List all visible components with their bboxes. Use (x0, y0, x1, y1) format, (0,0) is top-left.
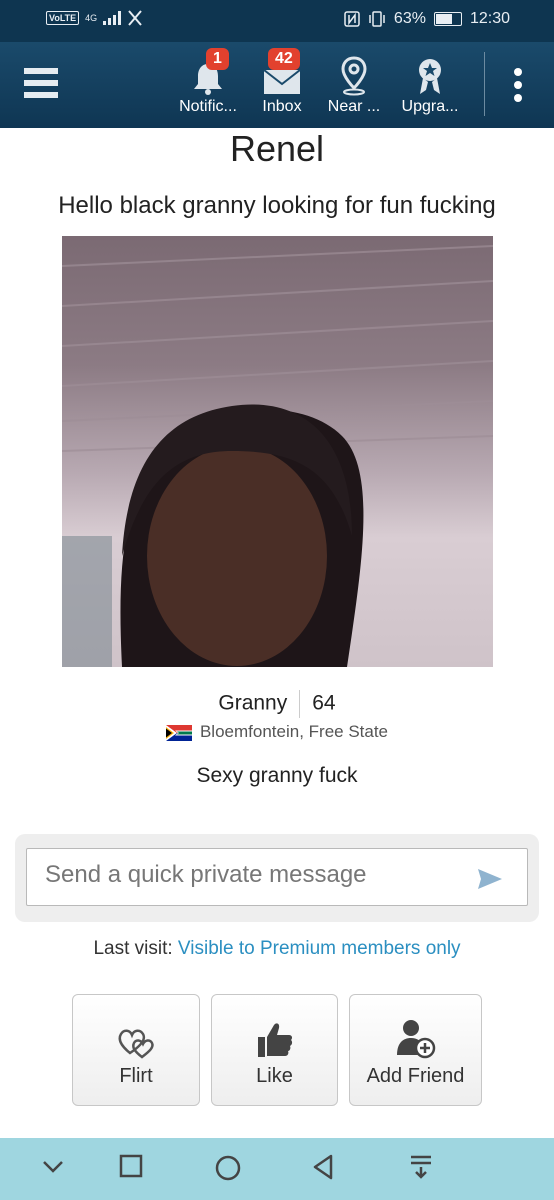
flirt-button[interactable]: Flirt (72, 994, 200, 1106)
notifications-badge: 1 (206, 48, 229, 70)
battery-icon (433, 12, 462, 26)
flirt-label: Flirt (119, 1065, 153, 1087)
nav-label: Notific... (179, 98, 237, 115)
last-visit: Last visit: Visible to Premium members o… (0, 938, 554, 960)
nav-inbox[interactable]: 42 Inbox (242, 48, 322, 116)
nav-label: Upgra... (401, 98, 459, 115)
clock: 12:30 (469, 10, 510, 27)
premium-link[interactable]: Visible to Premium members only (178, 938, 461, 959)
profile-age: 64 (312, 691, 336, 715)
envelope-icon (263, 69, 301, 94)
system-nav-bar (0, 1138, 554, 1200)
like-button[interactable]: Like (211, 994, 338, 1106)
profile-headline: Hello black granny looking for fun fucki… (58, 192, 496, 219)
notification-shade-icon[interactable] (409, 1154, 433, 1180)
like-label: Like (256, 1065, 293, 1087)
vibrate-icon (369, 11, 385, 27)
profile-photo-image (62, 245, 493, 667)
add-user-icon (396, 1020, 435, 1059)
nav-notifications[interactable]: 1 Notific... (168, 48, 248, 116)
app-bar: 1 Notific... 42 Inbox Near ... Upgra... (0, 42, 554, 128)
app-bar-divider (484, 52, 485, 116)
menu-button[interactable] (24, 68, 58, 102)
profile-stats: Granny 64 (0, 690, 554, 718)
last-visit-label: Last visit: (93, 938, 173, 959)
battery-percent: 63% (393, 10, 426, 27)
profile-tagline: Sexy granny fuck (196, 764, 358, 787)
network-type: 4G (85, 13, 98, 23)
nfc-icon (344, 11, 360, 27)
thumbs-up-icon (257, 1023, 292, 1057)
profile-name: Renel (229, 128, 325, 169)
profile-location: Bloemfontein, Free State (0, 722, 554, 742)
location-pin-icon (341, 56, 367, 96)
inbox-badge: 42 (268, 48, 300, 70)
nav-nearby[interactable]: Near ... (314, 52, 394, 116)
location-text: Bloemfontein, Free State (199, 722, 389, 741)
stats-divider (299, 690, 301, 718)
profile-category: Granny (218, 691, 288, 715)
x-app-icon (128, 10, 142, 26)
volte-indicator: VoLTE (46, 11, 80, 25)
home-circle-icon[interactable] (214, 1154, 242, 1182)
back-triangle-icon[interactable] (311, 1154, 335, 1180)
hearts-icon (118, 1029, 154, 1059)
add-friend-label: Add Friend (366, 1065, 465, 1087)
add-friend-button[interactable]: Add Friend (349, 994, 482, 1106)
profile-photo[interactable] (62, 236, 493, 667)
more-options-button[interactable] (514, 68, 522, 107)
recents-square-icon[interactable] (119, 1154, 143, 1178)
quick-message-panel: Send a quick private message (15, 834, 539, 922)
award-ribbon-icon (419, 59, 441, 94)
signal-icon (103, 11, 122, 25)
chevron-down-icon[interactable] (42, 1160, 64, 1174)
nav-label: Near ... (327, 98, 381, 115)
status-bar: VoLTE 4G 63% 12:30 (0, 0, 554, 42)
send-icon[interactable] (477, 868, 503, 890)
nav-upgrade[interactable]: Upgra... (390, 52, 470, 116)
quick-message-input[interactable]: Send a quick private message (26, 848, 528, 906)
nav-label: Inbox (262, 98, 302, 115)
south-africa-flag-icon (165, 724, 192, 741)
